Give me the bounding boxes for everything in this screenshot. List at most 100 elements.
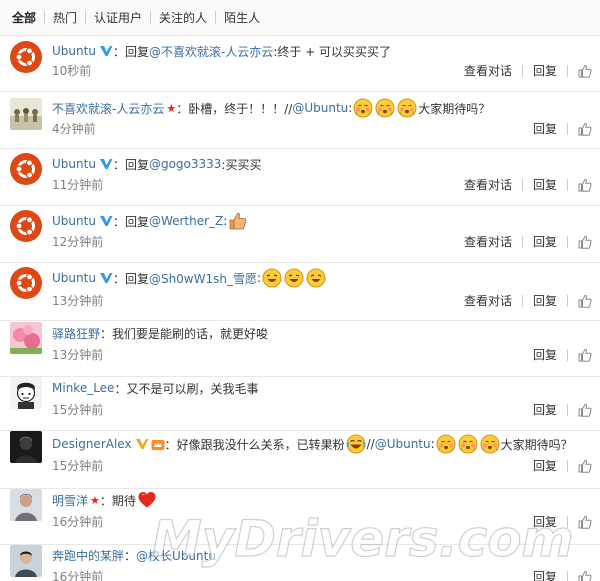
avatar-ubuntu[interactable] [10, 267, 42, 299]
colon: ： [176, 101, 189, 116]
avatar-user[interactable] [10, 98, 42, 130]
comment-text: 回复 [124, 271, 149, 286]
timestamp: 15分钟前 [52, 403, 104, 417]
tab-hot[interactable]: 热门 [45, 11, 85, 25]
verified-v-icon [99, 45, 113, 57]
comment-actions: 查看对话 回复 [454, 292, 592, 309]
avatar-user[interactable] [10, 377, 42, 409]
comment-actions: 回复 [523, 346, 592, 363]
timestamp: 16分钟前 [52, 515, 104, 529]
reply-button[interactable]: 回复 [523, 62, 567, 79]
laughing-face-emoji-icon [306, 268, 326, 288]
like-thumb-icon[interactable] [578, 294, 592, 308]
mention-link[interactable]: @Ubuntu [292, 101, 348, 115]
comment-row: Ubuntu ： 回复 @gogo3333 :买买买 11分钟前 查看对话 回复 [0, 149, 600, 206]
action-divider [567, 294, 568, 307]
username[interactable]: Minke_Lee [52, 381, 114, 395]
comment-actions: 查看对话 回复 [454, 176, 592, 193]
username[interactable]: 明雪洋 [52, 492, 88, 509]
avatar-ubuntu[interactable] [10, 41, 42, 73]
laughing-tears-emoji-icon [346, 434, 366, 454]
timestamp: 4分钟前 [52, 122, 96, 136]
like-thumb-icon[interactable] [578, 122, 592, 136]
comment-row: Minke_Lee ： 又不是可以刷，关我毛事 15分钟前 回复 [0, 377, 600, 431]
view-conversation-button[interactable]: 查看对话 [454, 62, 522, 79]
like-thumb-icon[interactable] [578, 515, 592, 529]
comment-row: DesignerAlex ： 好像跟我没什么关系，已转果粉 // @Ubuntu… [0, 431, 600, 489]
view-conversation-button[interactable]: 查看对话 [454, 233, 522, 250]
comment-actions: 回复 [523, 568, 592, 581]
colon: ： [112, 214, 125, 229]
colon: ： [100, 326, 113, 341]
comment-text: : [256, 271, 262, 285]
like-thumb-icon[interactable] [578, 178, 592, 192]
tab-strangers[interactable]: 陌生人 [216, 11, 268, 25]
filter-tabs: 全部 热门 认证用户 关注的人 陌生人 [0, 0, 600, 36]
avatar-user[interactable] [10, 431, 42, 463]
reply-button[interactable]: 回复 [523, 176, 567, 193]
shy-face-emoji-icon [480, 434, 500, 454]
mention-link[interactable]: @gogo3333 [149, 157, 221, 171]
reply-button[interactable]: 回复 [523, 513, 567, 530]
like-thumb-icon[interactable] [578, 403, 592, 417]
username[interactable]: Ubuntu [52, 157, 96, 171]
star-badge-icon: ★ [166, 101, 177, 115]
avatar-user[interactable] [10, 489, 42, 521]
username[interactable]: DesignerAlex [52, 437, 132, 451]
comment-text: // [366, 437, 375, 451]
mention-link[interactable]: @Werther_Z [149, 214, 223, 228]
like-thumb-icon[interactable] [578, 459, 592, 473]
timestamp: 13分钟前 [52, 294, 104, 308]
tab-verified-users[interactable]: 认证用户 [86, 11, 150, 25]
mention-link[interactable]: @不喜欢就滚-人云亦云 [149, 43, 273, 60]
comment-content: DesignerAlex ： 好像跟我没什么关系，已转果粉 // @Ubuntu… [52, 433, 573, 455]
comment-actions: 回复 [523, 401, 592, 418]
shy-face-emoji-icon [397, 98, 417, 118]
username[interactable]: Ubuntu [52, 214, 96, 228]
tab-following[interactable]: 关注的人 [151, 11, 215, 25]
action-divider [567, 178, 568, 191]
tab-all[interactable]: 全部 [10, 11, 44, 25]
reply-button[interactable]: 回复 [523, 233, 567, 250]
comment-content: Ubuntu ： 回复 @Sh0wW1sh_雪愿 : [52, 267, 327, 289]
comment-content: 明雪洋 ★ ： 期待 [52, 489, 158, 511]
verified-v-icon [99, 215, 113, 227]
comment-text: :终于 + 可以买买买了 [273, 44, 392, 59]
username[interactable]: Ubuntu [52, 44, 96, 58]
reply-button[interactable]: 回复 [523, 346, 567, 363]
reply-button[interactable]: 回复 [523, 457, 567, 474]
username[interactable]: 不喜欢就滚-人云亦云 [52, 100, 164, 117]
view-conversation-button[interactable]: 查看对话 [454, 292, 522, 309]
verified-v-icon [99, 158, 113, 170]
reply-button[interactable]: 回复 [523, 568, 567, 581]
timestamp: 13分钟前 [52, 348, 104, 362]
avatar-user[interactable] [10, 545, 42, 577]
verified-v-icon [99, 272, 113, 284]
avatar-ubuntu[interactable] [10, 210, 42, 242]
comment-text: 回复 [124, 157, 149, 172]
comment-row: Ubuntu ： 回复 @Werther_Z : 12分钟前 查看对话 回复 [0, 206, 600, 263]
mention-link[interactable]: @Ubuntu [375, 437, 431, 451]
reply-button[interactable]: 回复 [523, 401, 567, 418]
like-thumb-icon[interactable] [578, 570, 592, 581]
comment-content: Minke_Lee ： 又不是可以刷，关我毛事 [52, 377, 258, 399]
action-divider [567, 64, 568, 77]
timestamp: 12分钟前 [52, 235, 104, 249]
action-divider [567, 235, 568, 248]
like-thumb-icon[interactable] [578, 235, 592, 249]
mention-link[interactable]: @校长Ubuntu [136, 547, 216, 564]
username[interactable]: 奔跑中的某胖 [52, 547, 124, 564]
thumbs-up-emoji-icon [228, 211, 248, 231]
reply-button[interactable]: 回复 [523, 292, 567, 309]
like-thumb-icon[interactable] [578, 64, 592, 78]
comment-text: : [348, 101, 353, 115]
view-conversation-button[interactable]: 查看对话 [454, 176, 522, 193]
colon: ： [112, 44, 125, 59]
username[interactable]: 驿路狂野 [52, 325, 100, 342]
reply-button[interactable]: 回复 [523, 120, 567, 137]
avatar-user[interactable] [10, 322, 42, 354]
mention-link[interactable]: @Sh0wW1sh_雪愿 [149, 270, 257, 287]
like-thumb-icon[interactable] [578, 348, 592, 362]
username[interactable]: Ubuntu [52, 271, 96, 285]
avatar-ubuntu[interactable] [10, 153, 42, 185]
